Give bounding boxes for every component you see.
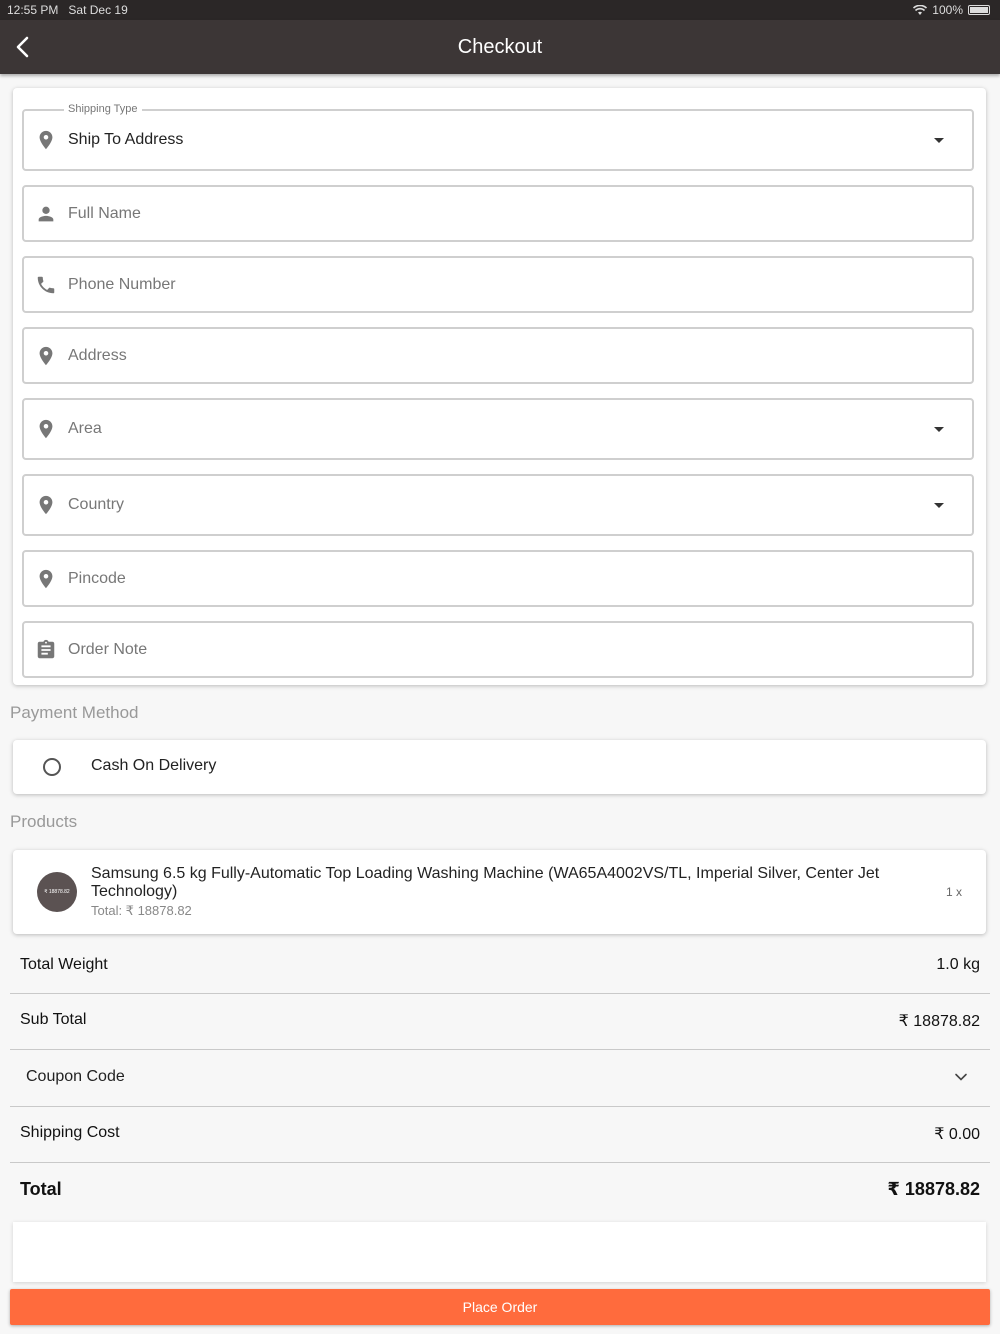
- shipping-cost-value: ₹ 0.00: [934, 1126, 980, 1143]
- total-weight-row: Total Weight 1.0 kg: [10, 938, 990, 994]
- sub-total-label: Sub Total: [20, 1011, 87, 1028]
- total-row: Total ₹ 18878.82: [10, 1162, 990, 1218]
- caret-down-icon: [934, 427, 944, 432]
- location-pin-icon: [39, 419, 53, 439]
- product-quantity: 1 x: [945, 885, 962, 899]
- location-pin-icon: [39, 569, 53, 589]
- payment-option-label: Cash On Delivery: [91, 757, 217, 774]
- address-placeholder: Address: [68, 347, 127, 364]
- pincode-placeholder: Pincode: [68, 570, 126, 587]
- status-bar: 12:55 PM Sat Dec 19 100%: [0, 0, 1000, 20]
- blank-card: [13, 1222, 986, 1282]
- status-time-date: 12:55 PM Sat Dec 19: [7, 3, 128, 17]
- product-item: ₹ 18878.82 Samsung 6.5 kg Fully-Automati…: [13, 850, 986, 934]
- status-indicators: 100%: [913, 3, 990, 17]
- place-order-button[interactable]: Place Order: [10, 1289, 990, 1325]
- phone-number-field[interactable]: Phone Number: [22, 256, 974, 313]
- products-heading: Products: [10, 812, 78, 831]
- product-thumbnail: ₹ 18878.82: [37, 872, 77, 912]
- total-weight-value: 1.0 kg: [936, 956, 980, 973]
- shipping-cost-row: Shipping Cost ₹ 0.00: [10, 1106, 990, 1162]
- shipping-form-card: Shipping Type Ship To Address Full Name …: [13, 88, 986, 685]
- status-date: Sat Dec 19: [68, 3, 128, 17]
- full-name-placeholder: Full Name: [68, 205, 141, 222]
- country-select[interactable]: Country: [22, 474, 974, 536]
- location-pin-icon: [39, 346, 53, 366]
- full-name-field[interactable]: Full Name: [22, 185, 974, 242]
- product-total: Total: ₹ 18878.82: [91, 903, 192, 918]
- payment-method-heading: Payment Method: [10, 703, 139, 722]
- phone-number-placeholder: Phone Number: [68, 276, 176, 293]
- sub-total-value: ₹ 18878.82: [898, 1013, 980, 1030]
- shipping-type-value: Ship To Address: [68, 131, 184, 148]
- radio-button[interactable]: [43, 758, 61, 776]
- caret-down-icon: [934, 503, 944, 508]
- battery-percent: 100%: [932, 3, 963, 17]
- total-label: Total: [20, 1179, 62, 1199]
- area-placeholder: Area: [68, 420, 102, 437]
- order-note-placeholder: Order Note: [68, 641, 148, 658]
- location-pin-icon: [39, 495, 53, 515]
- sub-total-row: Sub Total ₹ 18878.82: [10, 993, 990, 1049]
- caret-down-icon: [934, 138, 944, 143]
- phone-icon: [37, 276, 55, 294]
- total-value: ₹ 18878.82: [887, 1179, 980, 1199]
- area-select[interactable]: Area: [22, 398, 974, 460]
- chevron-down-icon: [955, 1073, 967, 1081]
- person-icon: [38, 206, 54, 222]
- pincode-field[interactable]: Pincode: [22, 550, 974, 607]
- shipping-cost-label: Shipping Cost: [20, 1124, 120, 1141]
- country-placeholder: Country: [68, 496, 125, 513]
- page-title: Checkout: [457, 36, 543, 58]
- clipboard-icon: [37, 639, 55, 659]
- battery-icon: [968, 5, 990, 15]
- wifi-icon: [913, 4, 928, 15]
- payment-option-cod[interactable]: Cash On Delivery: [13, 740, 986, 794]
- total-weight-label: Total Weight: [20, 956, 108, 973]
- app-bar: Checkout: [0, 20, 1000, 74]
- shipping-type-legend: Shipping Type: [64, 103, 142, 115]
- coupon-code-label: Coupon Code: [26, 1068, 125, 1085]
- coupon-code-toggle[interactable]: Coupon Code: [10, 1050, 990, 1106]
- order-note-field[interactable]: Order Note: [22, 621, 974, 678]
- product-name: Samsung 6.5 kg Fully-Automatic Top Loadi…: [91, 865, 880, 900]
- location-pin-icon: [39, 130, 53, 150]
- address-field[interactable]: Address: [22, 327, 974, 384]
- shipping-type-select[interactable]: Shipping Type Ship To Address: [22, 103, 974, 171]
- status-time: 12:55 PM: [7, 3, 59, 17]
